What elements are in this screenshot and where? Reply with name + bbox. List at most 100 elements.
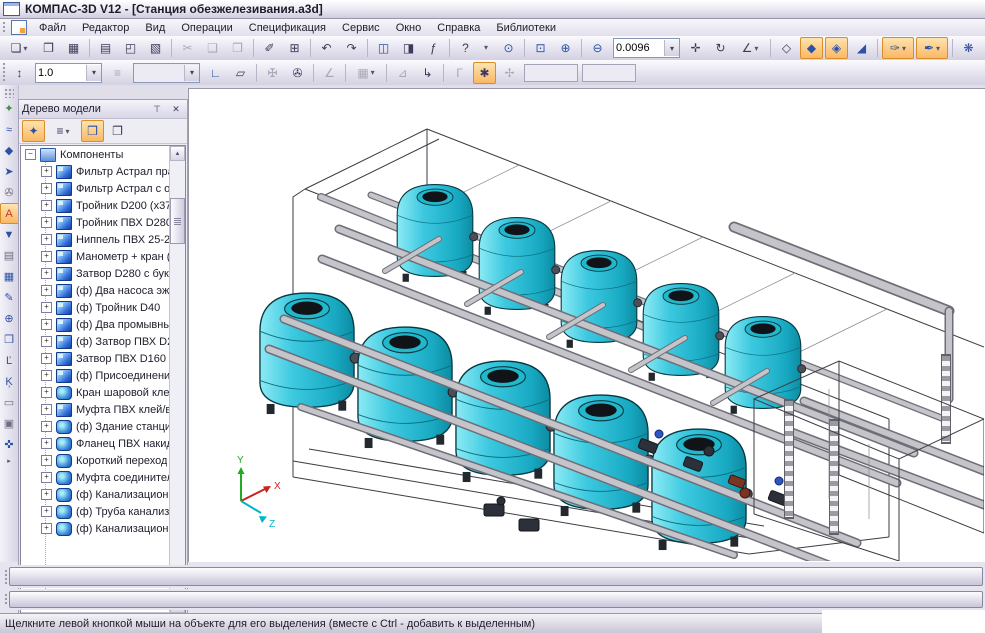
zoom-current-button[interactable]: ⊖	[586, 37, 609, 59]
toolbar-grip[interactable]	[1, 62, 6, 83]
measure-button[interactable]: ✠	[261, 62, 284, 84]
menu-item[interactable]: Файл	[31, 21, 74, 35]
expand-toggle[interactable]: +	[41, 251, 52, 262]
check-button[interactable]: Ķ	[0, 371, 19, 392]
coordinate-x-field[interactable]	[582, 64, 636, 82]
surfaces-button[interactable]: ◆	[0, 140, 19, 161]
doc-structure-button[interactable]: ❒	[81, 120, 104, 142]
tree-item[interactable]: + Затвор ПВХ D160 в	[21, 350, 170, 367]
fx-button[interactable]: ƒ	[422, 37, 445, 59]
array-button[interactable]: ⊕	[0, 308, 19, 329]
menu-item[interactable]: Библиотеки	[488, 21, 564, 35]
tree-item[interactable]: + Муфта ПВХ клей/в.	[21, 401, 170, 418]
variables-button[interactable]: ◨	[397, 37, 420, 59]
query-button[interactable]: ✜	[0, 434, 19, 455]
expand-toggle[interactable]: +	[41, 353, 52, 364]
expand-toggle[interactable]: +	[41, 166, 52, 177]
coordinate-y-field[interactable]	[524, 64, 578, 82]
tree-item[interactable]: + (ф) Здание станци	[21, 418, 170, 435]
sketch-button[interactable]: ✎	[0, 287, 19, 308]
attachments-button[interactable]: ✇	[0, 182, 19, 203]
wireframe-mode-button[interactable]: ◇	[775, 37, 798, 59]
expand-toggle[interactable]: +	[41, 336, 52, 347]
expand-toggle[interactable]: +	[41, 285, 52, 296]
collapse-toggle[interactable]: −	[25, 149, 36, 160]
step-value-input[interactable]	[36, 66, 86, 80]
panel-expander[interactable]: ▸	[7, 457, 11, 465]
aux-geometry-button[interactable]: ➤	[0, 161, 19, 182]
menu-item[interactable]: Спецификация	[241, 21, 334, 35]
close-icon[interactable]: ✕	[168, 102, 184, 117]
expand-toggle[interactable]: +	[41, 438, 52, 449]
layers-button[interactable]: ≡	[106, 62, 129, 84]
tree-structure-button[interactable]: ✦	[22, 120, 45, 142]
shaded-edges-mode-button[interactable]: ◈	[825, 37, 848, 59]
layer-combo-dropdown[interactable]: ▾	[184, 65, 199, 81]
tree-item[interactable]: + (ф) Канализационн	[21, 486, 170, 503]
snap-magnet-button[interactable]: ✇	[286, 62, 309, 84]
tree-item[interactable]: + Ниппель ПВХ 25-20:	[21, 231, 170, 248]
coords-button[interactable]: ✢	[498, 62, 521, 84]
window-manager-button[interactable]: ◫	[372, 37, 395, 59]
print-preview-button[interactable]: ◰	[119, 37, 142, 59]
tree-item[interactable]: + (ф) Два промывны	[21, 316, 170, 333]
copy-geometry-button[interactable]: ❒	[0, 329, 19, 350]
expand-toggle[interactable]: +	[41, 268, 52, 279]
annotation-button[interactable]: A	[0, 203, 19, 224]
tree-item[interactable]: + Короткий переход	[21, 452, 170, 469]
tree-item[interactable]: + (ф) Канализационн	[21, 520, 170, 537]
expand-toggle[interactable]: +	[41, 319, 52, 330]
tree-item[interactable]: + Фланец ПВХ накидн	[21, 435, 170, 452]
open-button[interactable]: ❐	[37, 37, 60, 59]
local-csys-button[interactable]: ∟	[204, 62, 227, 84]
expand-toggle[interactable]: +	[41, 506, 52, 517]
tree-item[interactable]: + (ф) Труба канализа	[21, 503, 170, 520]
toolbar-grip[interactable]	[3, 569, 8, 584]
zoom-auto-button[interactable]: ⊙	[497, 37, 520, 59]
corner-button[interactable]: Γ	[448, 62, 471, 84]
layer-value-input[interactable]	[134, 66, 184, 80]
filters-button[interactable]: ▼	[0, 224, 19, 245]
orientation-sphere-button[interactable]: ❋	[957, 37, 980, 59]
toolbar-grip[interactable]	[1, 21, 6, 34]
pin-icon[interactable]: ⊤	[149, 102, 165, 117]
3d-viewport[interactable]: Y X Z	[188, 88, 985, 562]
grid-button[interactable]: ▦	[350, 62, 382, 84]
tree-view-button[interactable]: ≡	[47, 120, 79, 142]
expand-toggle[interactable]: +	[41, 421, 52, 432]
ref-orientation-button[interactable]: ↳	[416, 62, 439, 84]
panel-grip[interactable]	[4, 88, 14, 98]
expand-toggle[interactable]: +	[41, 455, 52, 466]
menu-item[interactable]: Операции	[173, 21, 240, 35]
menu-item[interactable]: Вид	[137, 21, 173, 35]
menu-item[interactable]: Справка	[429, 21, 488, 35]
zoom-rect-button[interactable]: ⊡	[529, 37, 552, 59]
measure-l-button[interactable]: Ľ	[0, 350, 19, 371]
step-combo-dropdown[interactable]: ▾	[86, 65, 101, 81]
folder-button[interactable]: ▭	[0, 392, 19, 413]
toolbar-grip[interactable]	[3, 593, 8, 606]
vertical-scroll-thumb[interactable]	[170, 198, 185, 244]
expand-toggle[interactable]: +	[41, 302, 52, 313]
zoom-value-input[interactable]	[614, 41, 664, 55]
tree-item[interactable]: + Фильтр Астрал пра	[21, 163, 170, 180]
tree-item[interactable]: + Манометр + кран (:	[21, 248, 170, 265]
menu-item[interactable]: Окно	[388, 21, 430, 35]
tree-item-root[interactable]: − Компоненты	[21, 146, 170, 163]
expand-toggle[interactable]: +	[41, 200, 52, 211]
ortho-drawing-button[interactable]: ⊿	[391, 62, 414, 84]
context-help-button[interactable]: ?	[454, 37, 477, 59]
snaps-toggle-button[interactable]: ✱	[473, 62, 496, 84]
scroll-up-icon[interactable]: ▲	[170, 146, 185, 161]
zoom-combo-dropdown[interactable]: ▾	[664, 40, 679, 56]
toolbar-options-button[interactable]: ▾	[479, 37, 493, 59]
window-icon[interactable]	[3, 2, 20, 16]
cut-button[interactable]: ✂	[176, 37, 199, 59]
tree-item[interactable]: + (ф) Тройник D40	[21, 299, 170, 316]
pan-button[interactable]: ✛	[684, 37, 707, 59]
save-button[interactable]: ▦	[62, 37, 85, 59]
reports-button[interactable]: ▦	[0, 266, 19, 287]
tree-item[interactable]: + Тройник ПВХ D280 '	[21, 214, 170, 231]
step-button[interactable]: ↕	[8, 62, 31, 84]
expand-toggle[interactable]: +	[41, 234, 52, 245]
